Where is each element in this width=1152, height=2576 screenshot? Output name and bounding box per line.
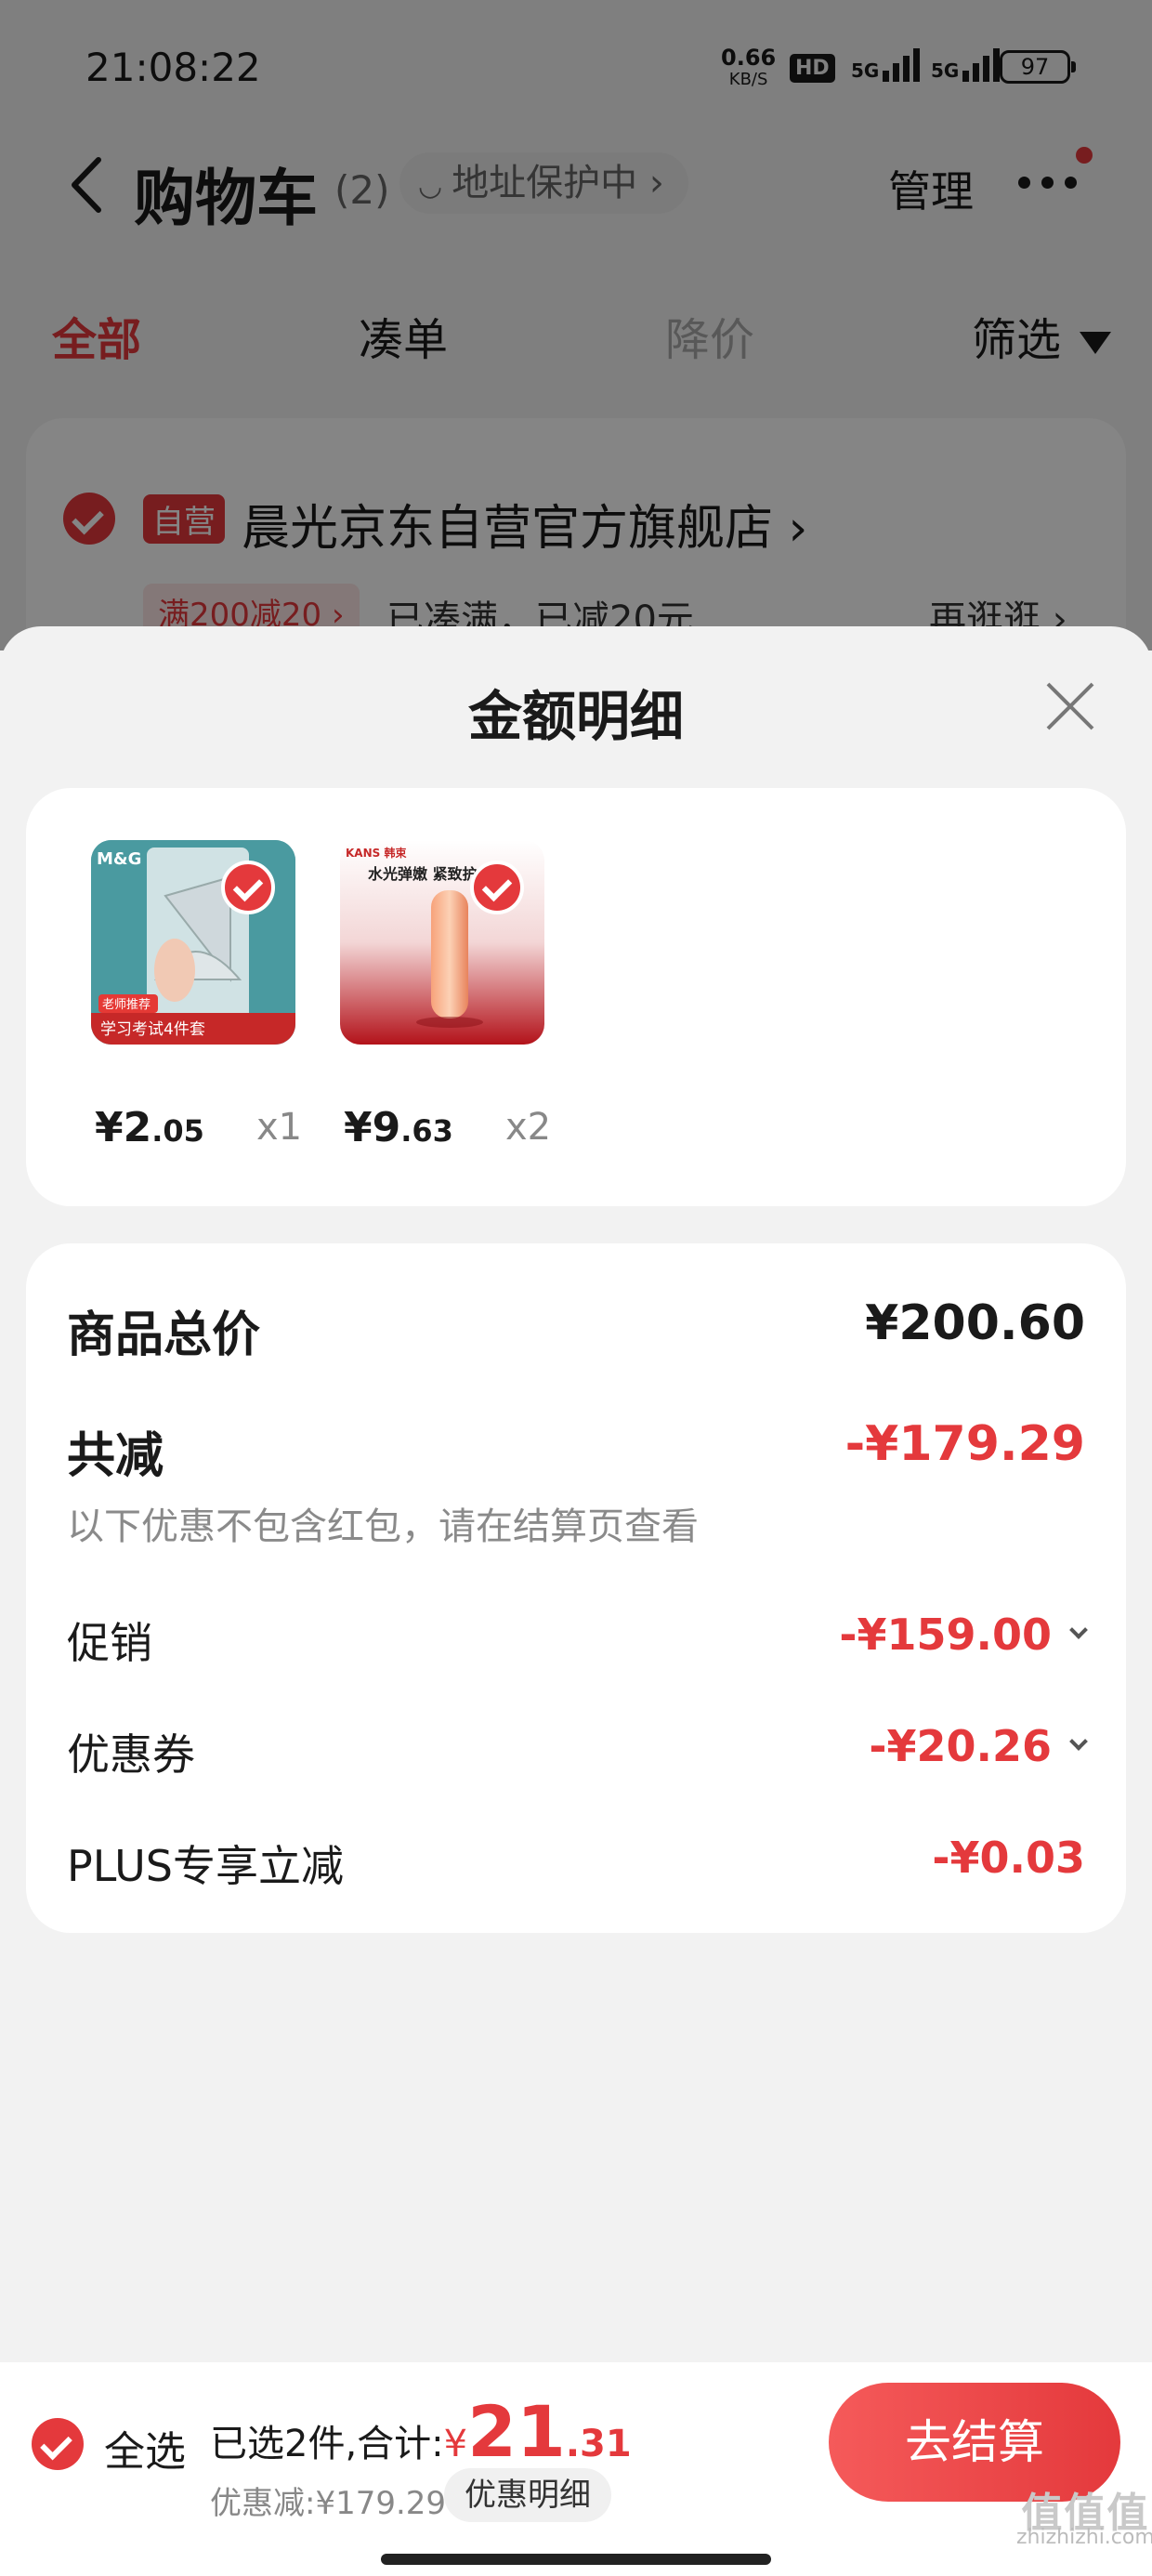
discount-summary: 优惠减:¥179.29: [210, 2485, 447, 2522]
svg-text:学习考试4件套: 学习考试4件套: [100, 1020, 205, 1039]
selected-check-icon: [221, 861, 275, 914]
checkout-bar: 全选 已选2件,合计:¥21.31 优惠减:¥179.29 优惠明细 去结算 值…: [0, 2362, 1152, 2576]
svg-text:KANS 韩束: KANS 韩束: [346, 846, 407, 860]
home-indicator[interactable]: [381, 2554, 771, 2565]
total-price-label: 商品总价: [67, 1308, 261, 1363]
chevron-down-icon: [1069, 1732, 1088, 1751]
total-reduction-label: 共减: [67, 1428, 164, 1484]
svg-text:老师推荐: 老师推荐: [102, 998, 151, 1012]
plus-discount-label: PLUS专享立减: [67, 1841, 344, 1891]
cart-page-background: 21:08:22 0.66 KB/S HD 5G 5G 97 购物车 (2) ◡…: [0, 0, 1152, 697]
total-reduction-value: -¥179.29: [844, 1416, 1085, 1472]
coupon-label: 优惠券: [67, 1729, 195, 1780]
sheet-title: 金额明细: [467, 685, 684, 748]
item-thumbnail-card[interactable]: KANS 韩束 水光弹嫩 紧致护 ¥9.63 x2: [340, 840, 582, 1156]
promotion-label: 促销: [67, 1618, 152, 1668]
discount-detail-button[interactable]: 优惠明细: [444, 2468, 611, 2522]
select-all-checkbox[interactable]: [32, 2418, 84, 2470]
order-total: 已选2件,合计:¥21.31: [210, 2390, 632, 2473]
coupon-value: -¥20.26: [869, 1721, 1088, 1771]
checkout-button[interactable]: 去结算: [829, 2383, 1120, 2502]
selected-check-icon: [470, 861, 524, 914]
svg-text:M&G: M&G: [97, 849, 141, 869]
item-price: ¥9.63: [344, 1104, 453, 1151]
promotion-value: -¥159.00: [839, 1610, 1088, 1660]
plus-discount-value: -¥0.03: [932, 1833, 1085, 1883]
price-breakdown-card: 商品总价 ¥200.60 共减 -¥179.29 以下优惠不包含红包，请在结算页…: [26, 1243, 1126, 1933]
select-all-label[interactable]: 全选: [104, 2418, 186, 2477]
item-price: ¥2.05: [95, 1104, 204, 1151]
watermark-logo: 值值值 zhizhizhi.com: [1016, 2490, 1152, 2550]
svg-text:水光弹嫩 紧致护: 水光弹嫩 紧致护: [368, 865, 478, 883]
item-quantity: x2: [505, 1106, 552, 1149]
chevron-down-icon: [1069, 1621, 1088, 1639]
reduction-note: 以下优惠不包含红包，请在结算页查看: [67, 1505, 699, 1548]
item-quantity: x1: [256, 1106, 303, 1149]
selected-items-card: M&G 老师推荐 学习考试4件套 ¥2.05 x1 KANS 韩束 水光弹嫩 紧…: [26, 788, 1126, 1206]
overlay-dim[interactable]: [0, 0, 1152, 651]
item-thumbnail-card[interactable]: M&G 老师推荐 学习考试4件套 ¥2.05 x1: [91, 840, 333, 1156]
close-icon[interactable]: [1042, 678, 1098, 734]
total-price-value: ¥200.60: [865, 1295, 1085, 1351]
amount-detail-sheet: 金额明细 M&G 老师推荐 学习考试4件套 ¥2.05 x1 KANS 韩束 水…: [0, 626, 1152, 2364]
